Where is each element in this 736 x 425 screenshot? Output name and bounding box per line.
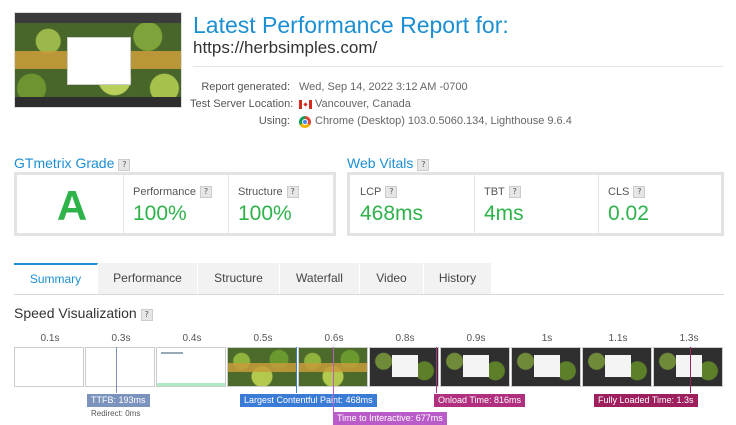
- frame-time: 0.4s: [182, 333, 202, 344]
- report-generated-value: Wed, Sep 14, 2022 3:12 AM -0700: [299, 81, 468, 93]
- tab-waterfall[interactable]: Waterfall: [280, 263, 360, 294]
- frame-time: 0.3s: [111, 333, 131, 344]
- onload-marker-label: Onload Time: 816ms: [434, 394, 526, 407]
- using-value: Chrome (Desktop) 103.0.5060.134, Lightho…: [315, 115, 572, 127]
- chrome-icon: [299, 116, 311, 128]
- cls-value: 0.02: [608, 202, 649, 225]
- help-icon[interactable]: ?: [633, 186, 646, 198]
- filmstrip-frame[interactable]: [14, 347, 84, 387]
- fully-loaded-marker-line: [690, 347, 691, 393]
- filmstrip-frame[interactable]: [85, 347, 155, 387]
- gtmetrix-grade-box: A Performance? 100% Structure? 100%: [14, 172, 336, 236]
- filmstrip-frame[interactable]: [227, 347, 297, 387]
- grade-divider: [228, 175, 229, 233]
- onload-marker-line: [436, 347, 437, 393]
- performance-label: Performance?: [133, 186, 212, 198]
- web-vitals-box: LCP? 468ms TBT? 4ms CLS? 0.02: [347, 172, 724, 236]
- frame-time: 1.3s: [679, 333, 699, 344]
- speed-visualization-heading-text: Speed Visualization: [14, 305, 137, 321]
- tbt-label: TBT?: [484, 186, 521, 198]
- lcp-label-text: LCP: [360, 186, 382, 198]
- filmstrip-frame[interactable]: [653, 347, 723, 387]
- server-location-label: Test Server Location:: [190, 98, 294, 110]
- frame-time: 0.6s: [324, 333, 344, 344]
- filmstrip-frame[interactable]: [440, 347, 510, 387]
- gtmetrix-grade-heading: GTmetrix Grade?: [14, 155, 131, 171]
- tab-performance[interactable]: Performance: [98, 263, 198, 294]
- report-generated-label: Report generated:: [201, 81, 290, 93]
- cls-label: CLS?: [608, 186, 646, 198]
- report-title: Latest Performance Report for:: [193, 12, 509, 38]
- help-icon[interactable]: ?: [140, 309, 153, 321]
- gtmetrix-grade-heading-text: GTmetrix Grade: [14, 155, 115, 171]
- structure-label: Structure?: [238, 186, 299, 198]
- tab-structure[interactable]: Structure: [198, 263, 280, 294]
- help-icon[interactable]: ?: [417, 159, 430, 171]
- filmstrip-frame[interactable]: [369, 347, 439, 387]
- lcp-value: 468ms: [360, 202, 424, 225]
- lcp-marker-label: Largest Contentful Paint: 468ms: [240, 394, 377, 407]
- structure-value: 100%: [238, 202, 292, 225]
- tab-history[interactable]: History: [424, 263, 492, 294]
- tab-video[interactable]: Video: [360, 263, 424, 294]
- frame-time: 0.1s: [40, 333, 60, 344]
- frame-time: 1.1s: [608, 333, 628, 344]
- help-icon[interactable]: ?: [508, 186, 521, 198]
- ttfb-marker-label: TTFB: 193ms: [87, 394, 150, 407]
- help-icon[interactable]: ?: [286, 186, 299, 198]
- frame-time: 0.8s: [395, 333, 415, 344]
- grade-divider: [123, 175, 124, 233]
- speed-visualization-heading: Speed Visualization?: [14, 305, 153, 321]
- server-location-value: Vancouver, Canada: [315, 98, 411, 110]
- performance-label-text: Performance: [133, 186, 196, 198]
- tab-baseline: [14, 294, 724, 295]
- tbt-value: 4ms: [484, 202, 524, 225]
- help-icon[interactable]: ?: [199, 186, 212, 198]
- vitals-divider: [598, 175, 599, 233]
- fully-loaded-marker-label: Fully Loaded Time: 1.3s: [594, 394, 698, 407]
- lcp-marker-line: [296, 347, 297, 393]
- frame-time: 1s: [541, 333, 553, 344]
- site-screenshot-thumbnail: [14, 12, 182, 108]
- header-divider: [193, 66, 723, 67]
- report-url[interactable]: https://herbsimples.com/: [193, 38, 377, 58]
- filmstrip-frame[interactable]: [511, 347, 581, 387]
- grade-letter: A: [56, 182, 88, 229]
- tbt-label-text: TBT: [484, 186, 505, 198]
- frame-time: 0.9s: [466, 333, 486, 344]
- grade-cell: A: [20, 178, 124, 232]
- frame-time: 0.5s: [253, 333, 273, 344]
- canada-flag-icon: [299, 100, 312, 109]
- redirect-label: Redirect: 0ms: [91, 409, 141, 418]
- ttfb-marker-line: [116, 347, 117, 393]
- structure-label-text: Structure: [238, 186, 283, 198]
- web-vitals-heading: Web Vitals?: [347, 155, 430, 171]
- filmstrip-frame[interactable]: [156, 347, 226, 387]
- cls-label-text: CLS: [608, 186, 630, 198]
- help-icon[interactable]: ?: [385, 186, 398, 198]
- tab-summary[interactable]: Summary: [14, 263, 98, 294]
- help-icon[interactable]: ?: [118, 159, 131, 171]
- vitals-divider: [474, 175, 475, 233]
- tti-marker-line: [333, 347, 334, 412]
- using-label: Using:: [258, 115, 290, 127]
- web-vitals-heading-text: Web Vitals: [347, 155, 414, 171]
- performance-value: 100%: [133, 202, 187, 225]
- filmstrip-frame[interactable]: [582, 347, 652, 387]
- lcp-label: LCP?: [360, 186, 398, 198]
